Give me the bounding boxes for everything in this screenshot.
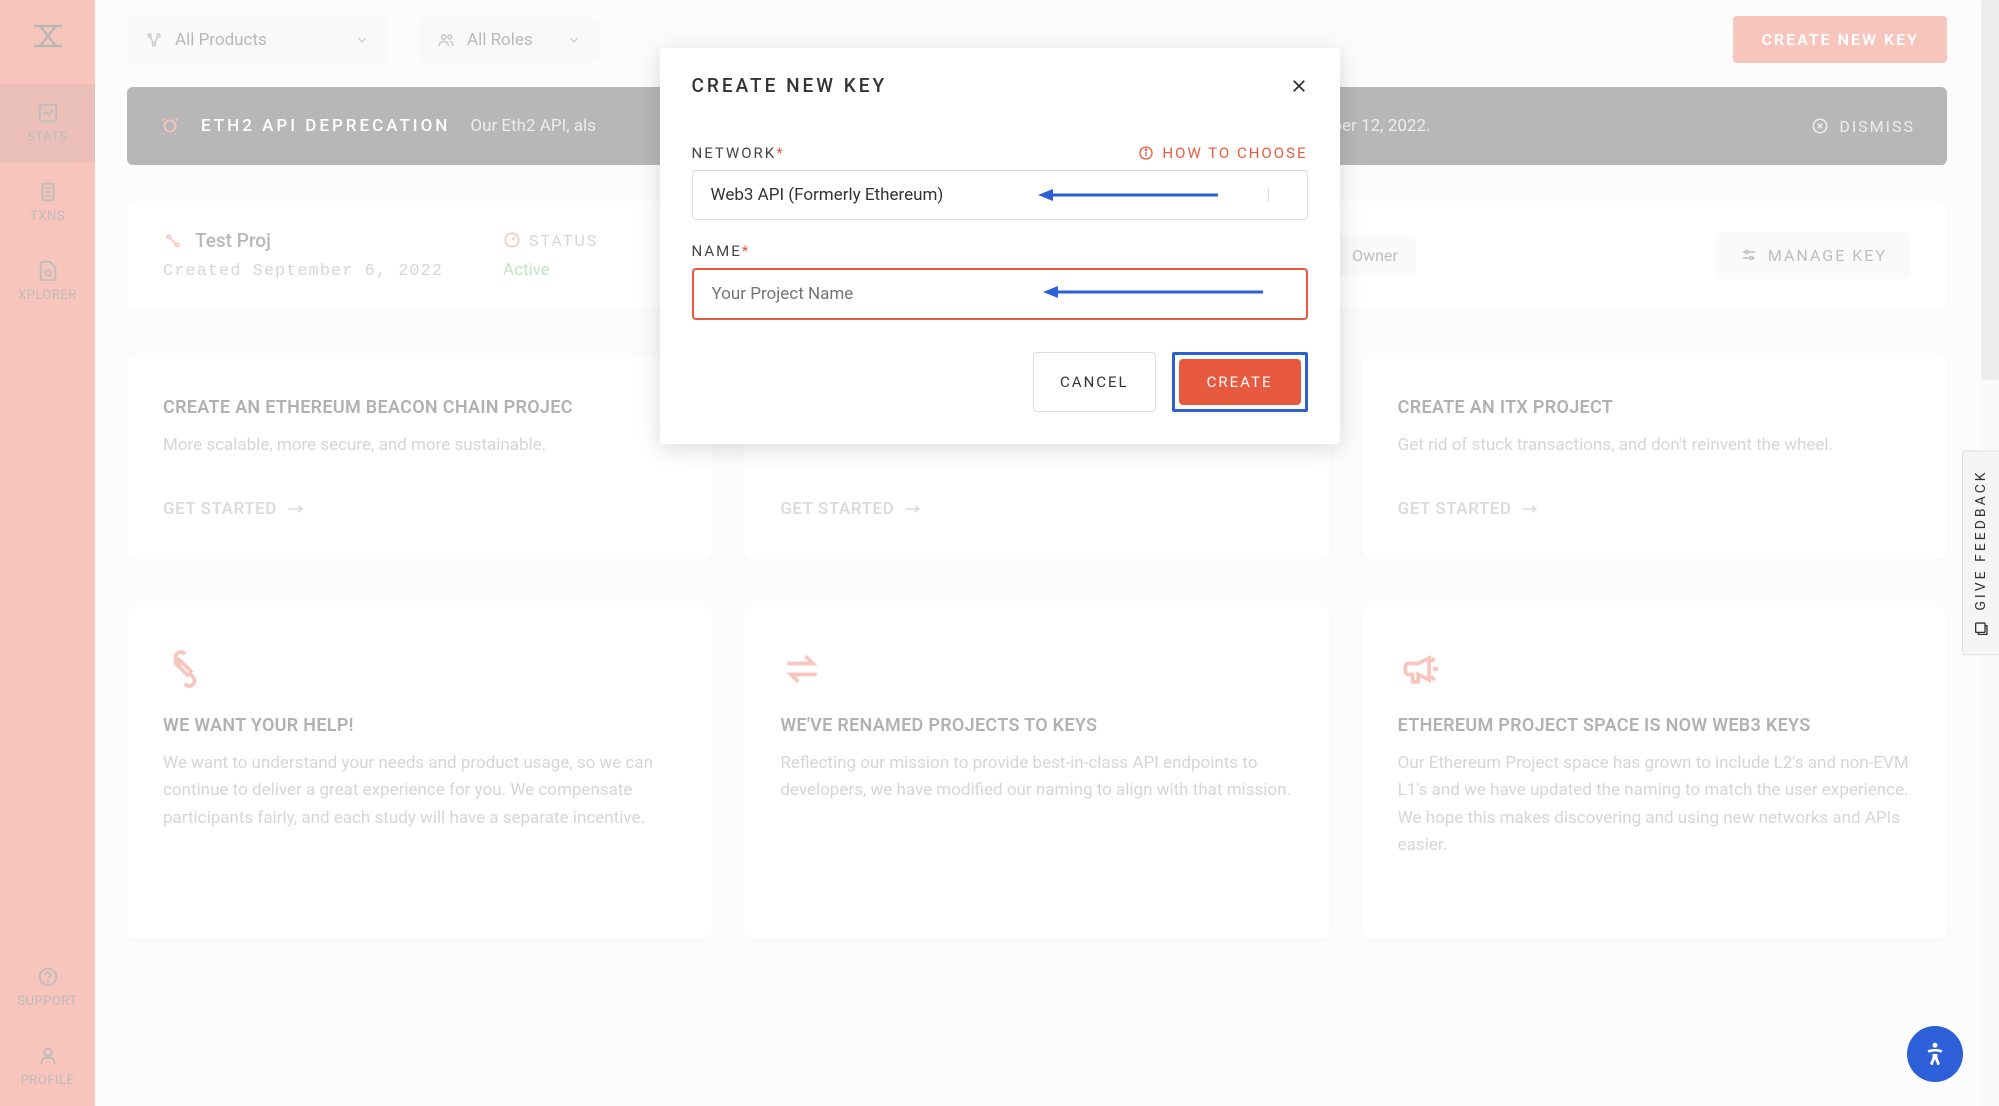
modal-overlay: CREATE NEW KEY NETWORK* HOW TO CHOOSE We… [0, 0, 1999, 1106]
network-select[interactable]: Web3 API (Formerly Ethereum) [692, 170, 1308, 220]
how-to-choose-link[interactable]: HOW TO CHOOSE [1138, 144, 1307, 162]
create-button-highlight: CREATE [1172, 352, 1308, 412]
feedback-tab[interactable]: GIVE FEEDBACK [1962, 450, 1999, 655]
create-button[interactable]: CREATE [1179, 359, 1301, 405]
network-value: Web3 API (Formerly Ethereum) [711, 185, 944, 205]
create-key-modal: CREATE NEW KEY NETWORK* HOW TO CHOOSE We… [660, 48, 1340, 444]
accessibility-button[interactable] [1907, 1026, 1963, 1082]
network-label: NETWORK* [692, 144, 785, 162]
feedback-icon [1973, 621, 1989, 637]
chevron-down-icon [1268, 188, 1289, 202]
cancel-button[interactable]: CANCEL [1033, 352, 1156, 412]
modal-title: CREATE NEW KEY [692, 74, 888, 97]
project-name-input[interactable] [692, 268, 1308, 320]
annotation-arrow-icon [1033, 185, 1223, 205]
close-icon[interactable] [1290, 77, 1308, 95]
name-label: NAME* [692, 242, 751, 260]
info-icon [1138, 145, 1154, 161]
accessibility-icon [1920, 1039, 1950, 1069]
